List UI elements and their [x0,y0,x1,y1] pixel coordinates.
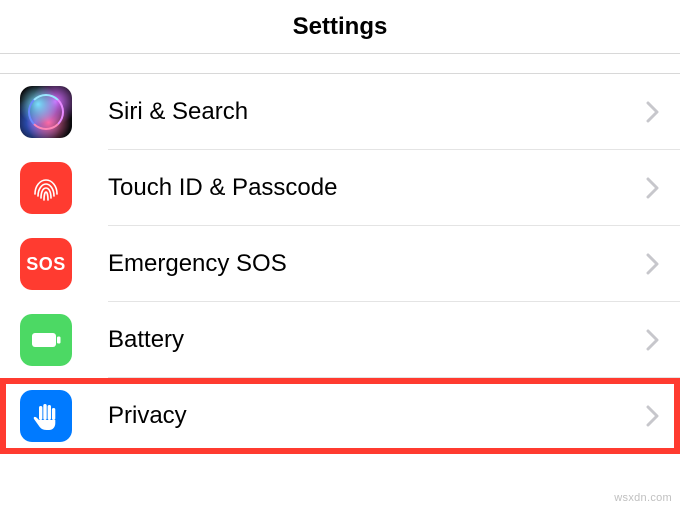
sos-icon: SOS [20,238,72,290]
page-title: Settings [293,13,388,41]
header: Settings [0,0,680,54]
hand-icon [20,390,72,442]
chevron-right-icon [646,101,660,123]
row-label: Emergency SOS [108,250,646,278]
chevron-right-icon [646,329,660,351]
chevron-right-icon [646,253,660,275]
chevron-right-icon [646,405,660,427]
watermark: wsxdn.com [614,492,672,504]
row-label: Privacy [108,402,646,430]
row-privacy[interactable]: Privacy [0,378,680,454]
chevron-right-icon [646,177,660,199]
group-separator [0,54,680,74]
battery-icon [20,314,72,366]
row-siri-search[interactable]: Siri & Search [0,74,680,150]
row-battery[interactable]: Battery [0,302,680,378]
row-emergency-sos[interactable]: SOS Emergency SOS [0,226,680,302]
fingerprint-icon [20,162,72,214]
siri-icon [20,86,72,138]
row-touch-id-passcode[interactable]: Touch ID & Passcode [0,150,680,226]
row-label: Touch ID & Passcode [108,174,646,202]
sos-icon-text: SOS [26,254,66,275]
row-label: Battery [108,326,646,354]
row-label: Siri & Search [108,98,646,126]
